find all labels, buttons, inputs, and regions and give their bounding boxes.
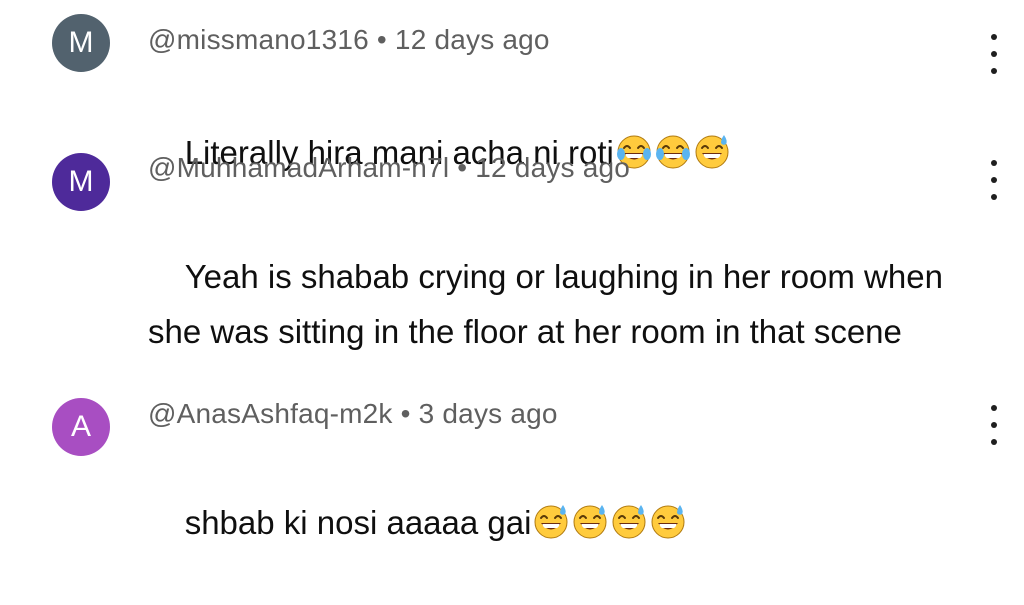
avatar[interactable]: M — [52, 14, 110, 72]
comment-time[interactable]: 12 days ago — [395, 24, 550, 55]
more-vertical-icon-dot — [991, 68, 997, 74]
comment-author[interactable]: @AnasAshfaq-m2k — [148, 398, 393, 429]
comment-meta: @MuhhamadArham-n7l • 12 days ago — [148, 152, 630, 184]
avatar[interactable]: A — [52, 398, 110, 456]
grinning-face-with-sweat-icon — [534, 505, 568, 539]
grinning-face-with-sweat-icon — [651, 505, 685, 539]
emoji-group — [614, 134, 731, 171]
comment-meta: @AnasAshfaq-m2k • 3 days ago — [148, 398, 558, 430]
meta-separator: • — [400, 398, 411, 429]
comment-text-content: Yeah is shabab crying or laughing in her… — [148, 258, 953, 350]
face-with-tears-of-joy-icon — [655, 135, 690, 169]
more-vertical-icon-dot — [991, 439, 997, 445]
more-options-button[interactable] — [982, 34, 1006, 74]
more-vertical-icon — [991, 405, 997, 411]
grinning-face-with-sweat-icon — [612, 505, 646, 539]
more-vertical-icon-dot — [991, 51, 997, 57]
comment-text: shbab ki nosi aaaaa gai — [148, 440, 948, 605]
more-vertical-icon-dot — [991, 177, 997, 183]
comment-meta: @missmano1316 • 12 days ago — [148, 24, 550, 56]
more-vertical-icon-dot — [991, 194, 997, 200]
meta-separator: • — [376, 24, 387, 55]
more-vertical-icon — [991, 160, 997, 166]
more-vertical-icon-dot — [991, 422, 997, 428]
comment-author[interactable]: @MuhhamadArham-n7l — [148, 152, 449, 183]
more-vertical-icon — [991, 34, 997, 40]
avatar[interactable]: M — [52, 153, 110, 211]
grinning-face-with-sweat-icon — [573, 505, 607, 539]
comment-text: Yeah is shabab crying or laughing in her… — [148, 194, 948, 414]
more-options-button[interactable] — [982, 405, 1006, 445]
comment-time[interactable]: 12 days ago — [475, 152, 630, 183]
meta-separator: • — [457, 152, 468, 183]
comment-author[interactable]: @missmano1316 — [148, 24, 369, 55]
grinning-face-with-sweat-icon — [695, 135, 729, 169]
emoji-group — [531, 504, 687, 541]
more-options-button[interactable] — [982, 160, 1006, 200]
comment-time[interactable]: 3 days ago — [419, 398, 558, 429]
comment-text-content: shbab ki nosi aaaaa gai — [184, 504, 532, 541]
